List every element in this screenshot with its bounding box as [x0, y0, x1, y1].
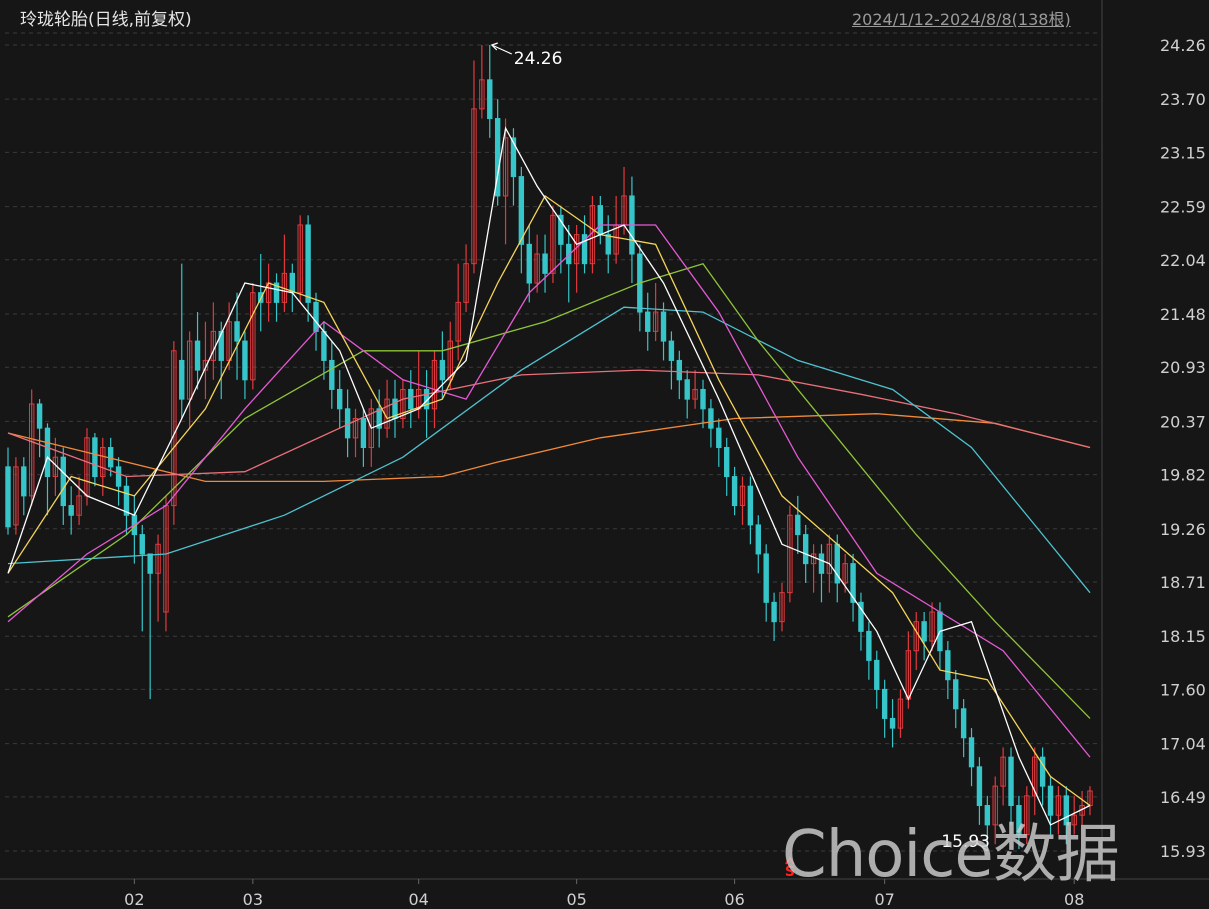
- candle-body: [526, 243, 532, 284]
- candle-body: [763, 553, 769, 603]
- y-tick-label: 23.15: [1160, 143, 1206, 162]
- candle-body: [408, 388, 414, 410]
- candle-body: [597, 205, 604, 236]
- candle-body: [676, 359, 683, 381]
- y-tick-label: 21.48: [1160, 305, 1206, 324]
- x-tick-label: 04: [409, 890, 429, 909]
- candle-body: [487, 79, 493, 120]
- candle-body: [60, 456, 66, 507]
- candle-body: [337, 388, 343, 410]
- candle-body: [668, 340, 675, 361]
- candle-body: [684, 379, 690, 400]
- candle-body: [866, 630, 872, 661]
- watermark-logo: Choice数据: [782, 818, 1120, 892]
- candle-body: [747, 485, 754, 526]
- candle-body: [771, 601, 777, 623]
- y-tick-label: 19.82: [1160, 466, 1206, 485]
- candle-body: [700, 388, 706, 410]
- candle-body: [968, 737, 975, 768]
- candle-body: [44, 427, 51, 478]
- candle-body: [660, 311, 667, 342]
- ma-line-ma250: [7, 413, 1091, 483]
- x-tick-label: 02: [124, 890, 144, 909]
- candle-body: [874, 659, 880, 690]
- y-tick-label: 18.71: [1160, 573, 1206, 592]
- y-tick-label: 20.37: [1160, 412, 1206, 431]
- candle-body: [21, 466, 27, 497]
- candle-body: [329, 359, 335, 390]
- candle-body: [5, 466, 11, 528]
- y-tick-label: 20.93: [1160, 358, 1206, 377]
- candle-body: [818, 553, 825, 574]
- candle-body: [139, 534, 145, 555]
- candle-body: [889, 717, 896, 729]
- candle-body: [542, 253, 548, 274]
- candle-body: [234, 321, 240, 342]
- candle-body: [179, 359, 185, 400]
- candle-body: [724, 447, 730, 478]
- candle-body: [518, 176, 525, 245]
- candle-body: [795, 514, 801, 536]
- candle-body: [921, 621, 927, 642]
- candle-body: [242, 340, 248, 381]
- candle-body: [960, 708, 967, 739]
- y-tick-label: 23.70: [1160, 90, 1206, 109]
- candle-body: [289, 272, 296, 294]
- candle-body: [755, 524, 761, 555]
- candle-body: [147, 553, 153, 574]
- candle-body: [321, 330, 327, 361]
- ma-line-ma120: [7, 369, 1091, 478]
- candle-body: [953, 679, 959, 710]
- y-tick-label: 19.26: [1160, 520, 1206, 539]
- candle-body: [708, 408, 714, 429]
- candle-body: [881, 688, 888, 719]
- candle-body: [945, 650, 951, 681]
- x-tick-label: 05: [566, 890, 586, 909]
- candle-body: [305, 224, 311, 303]
- candle-body: [976, 766, 983, 807]
- candle-body: [115, 466, 122, 487]
- candle-body: [68, 505, 74, 516]
- max-arrow: [491, 44, 513, 55]
- y-tick-label: 24.26: [1160, 36, 1206, 55]
- candle-body: [645, 311, 651, 332]
- ma-line-ma5: [7, 126, 1091, 826]
- candle-body: [439, 359, 446, 381]
- candle-body: [36, 403, 43, 429]
- y-tick-label: 18.15: [1160, 627, 1206, 646]
- candle-body: [716, 427, 722, 449]
- y-tick-label: 17.04: [1160, 735, 1206, 754]
- y-tick-label: 22.59: [1160, 198, 1206, 217]
- y-tick-label: 22.04: [1160, 251, 1206, 270]
- candle-body: [92, 437, 98, 478]
- candle-body: [1008, 756, 1014, 807]
- y-tick-label: 15.93: [1160, 842, 1206, 861]
- candle-body: [802, 534, 809, 565]
- candle-body: [605, 234, 611, 255]
- candle-body: [731, 476, 738, 507]
- max-price-label: 24.26: [514, 49, 563, 69]
- x-tick-label: 06: [724, 890, 744, 909]
- candle-body: [194, 340, 201, 371]
- y-tick-label: 16.49: [1160, 788, 1206, 807]
- x-tick-label: 03: [243, 890, 263, 909]
- candle-body: [313, 301, 319, 332]
- y-tick-label: 17.60: [1160, 680, 1206, 699]
- candlestick-chart[interactable]: 24.26 23.70 23.15 22.59 22.04 21.48 20.93 20.37…: [0, 0, 1209, 909]
- candle-body: [360, 417, 367, 449]
